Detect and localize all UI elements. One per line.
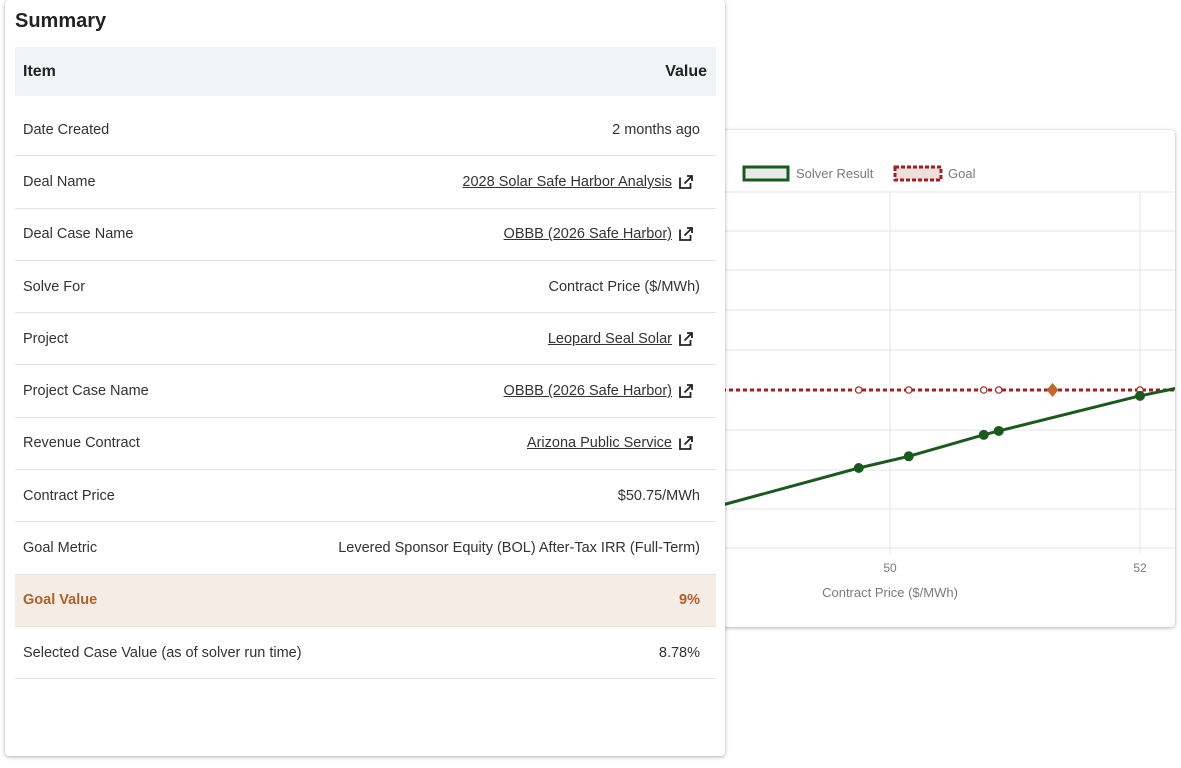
row-value: 8.78% <box>658 644 700 661</box>
row-link-text[interactable]: OBBB (2026 Safe Harbor) <box>504 383 672 399</box>
solver-point <box>853 463 864 473</box>
x-axis-title: Contract Price ($/MWh) <box>822 585 958 600</box>
external-link-icon[interactable] <box>678 174 694 190</box>
row-value: Levered Sponsor Equity (BOL) After-Tax I… <box>338 540 700 557</box>
table-row: Contract Price $50.75/MWh <box>15 470 716 523</box>
row-label: Revenue Contract <box>23 435 140 452</box>
table-row: Date Created 2 months ago <box>15 104 716 157</box>
row-link[interactable]: Arizona Public Service <box>527 435 694 451</box>
row-link[interactable]: OBBB (2026 Safe Harbor) <box>504 226 694 242</box>
external-link-icon[interactable] <box>678 383 694 399</box>
x-tick-label: 52 <box>1133 561 1147 575</box>
table-row: Solve For Contract Price ($/MWh) <box>15 261 716 314</box>
row-link-text[interactable]: 2028 Solar Safe Harbor Analysis <box>462 174 672 190</box>
legend-swatch-solver <box>742 165 790 182</box>
row-value: $50.75/MWh <box>617 487 700 504</box>
legend-swatch-goal <box>893 165 943 182</box>
solver-chart: 50 52 Contract Price ($/MWh) Solver Result G… <box>700 165 1175 600</box>
solver-point <box>903 451 914 462</box>
row-link[interactable]: Leopard Seal Solar <box>548 331 694 347</box>
table-header: Item Value <box>15 47 716 96</box>
row-link-text[interactable]: Leopard Seal Solar <box>548 331 672 347</box>
solution-point-marker <box>1046 383 1059 397</box>
summary-title: Summary <box>15 10 107 32</box>
row-label: Goal Metric <box>23 540 98 557</box>
legend-label-solver: Solver Result <box>796 166 874 181</box>
header-item: Item <box>23 62 56 80</box>
summary-table: Item Value Date Created 2 months ago Deal … <box>15 47 716 680</box>
row-label: Deal Name <box>23 173 96 190</box>
external-link-icon[interactable] <box>678 226 694 242</box>
row-label: Project Case Name <box>23 383 149 400</box>
row-link-text[interactable]: OBBB (2026 Safe Harbor) <box>504 226 672 242</box>
table-row: Deal Case Name OBBB (2026 Safe Harbor) <box>15 209 716 261</box>
solver-chart-card: 50 52 Contract Price ($/MWh) Solver Result G… <box>700 130 1175 627</box>
solver-point <box>978 429 989 440</box>
table-row: Selected Case Value (as of solver run ti… <box>15 627 716 680</box>
chart-legend: Solver Result Goal <box>742 165 976 182</box>
row-link[interactable]: 2028 Solar Safe Harbor Analysis <box>462 174 694 190</box>
row-label: Contract Price <box>23 487 115 504</box>
goal-point <box>979 386 988 394</box>
row-link-text[interactable]: Arizona Public Service <box>527 435 672 451</box>
legend-label-goal: Goal <box>948 166 976 181</box>
row-value: Contract Price ($/MWh) <box>548 278 700 295</box>
goal-point <box>854 386 863 394</box>
table-row: Project Leopard Seal Solar <box>15 313 716 366</box>
header-value: Value <box>665 62 707 80</box>
goal-point <box>994 386 1003 394</box>
row-label: Deal Case Name <box>23 226 134 243</box>
row-label: Project <box>23 330 69 347</box>
row-label: Goal Value <box>23 592 98 609</box>
row-value: 9% <box>679 592 700 609</box>
solver-point <box>1135 390 1145 401</box>
table-row: Goal Metric Levered Sponsor Equity (BOL) … <box>15 522 716 575</box>
row-value: 2 months ago <box>612 121 700 138</box>
row-label: Selected Case Value (as of solver run ti… <box>23 644 302 661</box>
external-link-icon[interactable] <box>678 331 694 347</box>
x-tick-label: 50 <box>883 561 897 575</box>
goal-point <box>904 386 913 394</box>
table-rows: Date Created 2 months ago Deal Name 2028 So… <box>15 104 716 680</box>
row-label: Solve For <box>23 278 86 295</box>
summary-card: Summary Item Value Date Created 2 months … <box>5 0 725 756</box>
row-label: Date Created <box>23 121 110 138</box>
row-link[interactable]: OBBB (2026 Safe Harbor) <box>504 383 694 399</box>
table-row: Project Case Name OBBB (2026 Safe Harbor) <box>15 365 716 418</box>
solver-result-line <box>714 387 1175 509</box>
table-row: Revenue Contract Arizona Public Service <box>15 418 716 471</box>
table-row: Goal Value 9% <box>15 574 716 627</box>
solver-point <box>993 425 1004 436</box>
table-row: Deal Name 2028 Solar Safe Harbor Analysis <box>15 156 716 209</box>
external-link-icon[interactable] <box>678 435 694 451</box>
